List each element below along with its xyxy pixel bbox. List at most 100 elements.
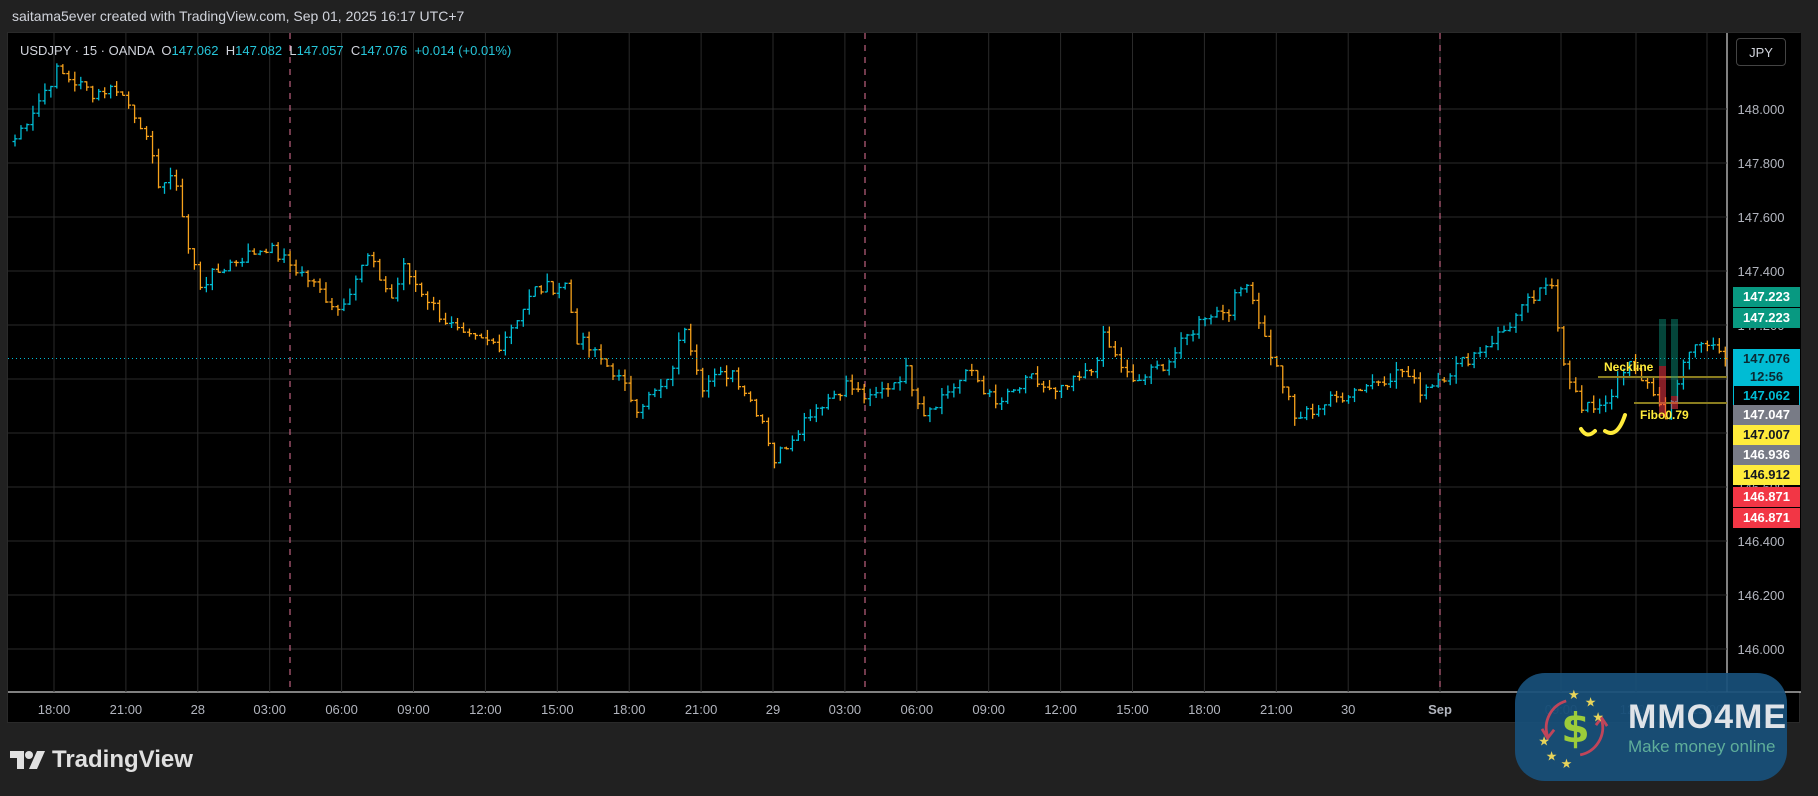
smile-right-drawing <box>1603 413 1627 435</box>
ohlc-bar <box>42 83 48 105</box>
ohlc-bar <box>24 123 30 132</box>
ohlc-bar <box>748 391 754 403</box>
ohlc-bar <box>323 282 329 303</box>
ohlc-bar <box>1070 375 1076 392</box>
ohlc-bar <box>1118 347 1124 373</box>
ohlc-bar <box>682 327 688 344</box>
price-badge: 147.223 <box>1733 308 1800 328</box>
ohlc-bar <box>1537 287 1543 302</box>
y-tick-label: 147.800 <box>1738 156 1785 171</box>
ohlc-bar <box>1280 365 1286 394</box>
ohlc-bar <box>538 285 544 295</box>
price-badge: 146.871 <box>1733 487 1800 507</box>
ohlc-bar <box>1262 315 1268 338</box>
x-tick-label: 06:00 <box>901 702 934 717</box>
ohlc-bar <box>1328 391 1334 407</box>
ohlc-bar <box>1507 322 1513 332</box>
svg-text:★: ★ <box>1568 688 1580 703</box>
tradingview-logo-icon <box>10 751 45 769</box>
ohlc-bar <box>688 323 694 356</box>
ohlc-bar <box>144 126 150 140</box>
ohlc-bar <box>1238 286 1244 297</box>
ohlc-bar <box>622 369 628 391</box>
ohlc-bar <box>138 117 144 130</box>
ohlc-bar <box>1184 333 1190 346</box>
ohlc-bar <box>1041 380 1047 393</box>
ohlc-bar <box>1352 387 1358 403</box>
chart-canvas[interactable]: 148.000147.800147.600147.400147.200147.0… <box>8 33 1801 724</box>
ohlc-bar <box>245 243 251 263</box>
ohlc-bar <box>837 393 843 401</box>
ohlc-bar <box>1124 359 1130 378</box>
ohlc-bar <box>275 242 281 262</box>
ohlc-bar <box>126 91 132 109</box>
ohlc-bar <box>150 130 156 164</box>
fibo-label: Fibo0.79 <box>1640 408 1689 422</box>
ohlc-bar <box>401 258 407 291</box>
ohlc-bar <box>1603 395 1609 413</box>
ohlc-bar <box>1232 289 1238 321</box>
ohlc-bar <box>777 446 783 464</box>
ohlc-bar <box>293 259 299 276</box>
currency-button[interactable]: JPY <box>1736 38 1786 66</box>
ohlc-bar <box>263 248 269 254</box>
price-badge: 147.062 <box>1733 385 1800 407</box>
ohlc-bar <box>311 278 317 287</box>
ohlc-bar <box>1453 356 1459 384</box>
ohlc-bar <box>951 383 957 398</box>
ohlc-bar <box>1692 344 1698 358</box>
symbol-label[interactable]: USDJPY · 15 · OANDA <box>20 43 154 58</box>
ohlc-bar <box>156 148 162 189</box>
ohlc-bar <box>1250 282 1256 305</box>
ohlc-bar <box>1585 401 1591 413</box>
svg-text:★: ★ <box>1538 735 1550 750</box>
ohlc-bar <box>544 273 550 293</box>
ohlc-bar <box>754 398 760 417</box>
ohlc-bar <box>443 312 449 325</box>
x-tick-label: 12:00 <box>469 702 502 717</box>
ohlc-bar <box>431 296 437 311</box>
ohlc-bar <box>807 409 813 422</box>
ohlc-bar <box>1429 384 1435 389</box>
ohlc-bar <box>173 169 179 191</box>
price-chart[interactable]: 148.000147.800147.600147.400147.200147.0… <box>7 32 1801 724</box>
ohlc-bar <box>1704 340 1710 352</box>
ohlc-bar <box>425 291 431 310</box>
ohlc-bar <box>383 276 389 293</box>
x-tick-label: 18:00 <box>1188 702 1221 717</box>
ohlc-bar <box>634 398 640 418</box>
ohlc-bar <box>706 375 712 398</box>
ohlc-bar <box>1196 316 1202 339</box>
ohlc-bar <box>185 214 191 254</box>
ohlc-bar <box>1340 392 1346 403</box>
ohlc-bar <box>1417 372 1423 403</box>
close-label: C <box>350 43 361 58</box>
x-tick-label: 21:00 <box>1260 702 1293 717</box>
ohlc-bar <box>861 383 867 404</box>
ohlc-bar <box>359 264 365 283</box>
ohlc-bar <box>903 357 909 384</box>
ohlc-bar <box>975 369 981 383</box>
y-tick-label: 148.000 <box>1738 102 1785 117</box>
ohlc-bar <box>1029 373 1035 380</box>
ohlc-bar <box>305 270 311 288</box>
ohlc-bar <box>712 368 718 387</box>
ohlc-bar <box>1094 357 1100 379</box>
ohlc-bar <box>598 344 604 365</box>
ohlc-bar <box>1399 368 1405 378</box>
price-badge: 12:56 <box>1733 367 1800 387</box>
ohlc-bar <box>795 430 801 441</box>
ohlc-bar <box>1005 388 1011 404</box>
ohlc-bar <box>801 412 807 442</box>
ohlc-bar <box>1214 306 1220 318</box>
ohlc-bar <box>341 298 347 312</box>
ohlc-bar <box>114 81 120 96</box>
ohlc-bar <box>867 388 873 407</box>
ohlc-bar <box>1244 283 1250 293</box>
ohlc-bar <box>670 365 676 387</box>
ohlc-bar <box>508 324 514 345</box>
ohlc-bar <box>54 63 60 89</box>
ohlc-bar <box>1405 366 1411 378</box>
ohlc-bar <box>562 282 568 290</box>
ohlc-bar <box>927 407 933 423</box>
